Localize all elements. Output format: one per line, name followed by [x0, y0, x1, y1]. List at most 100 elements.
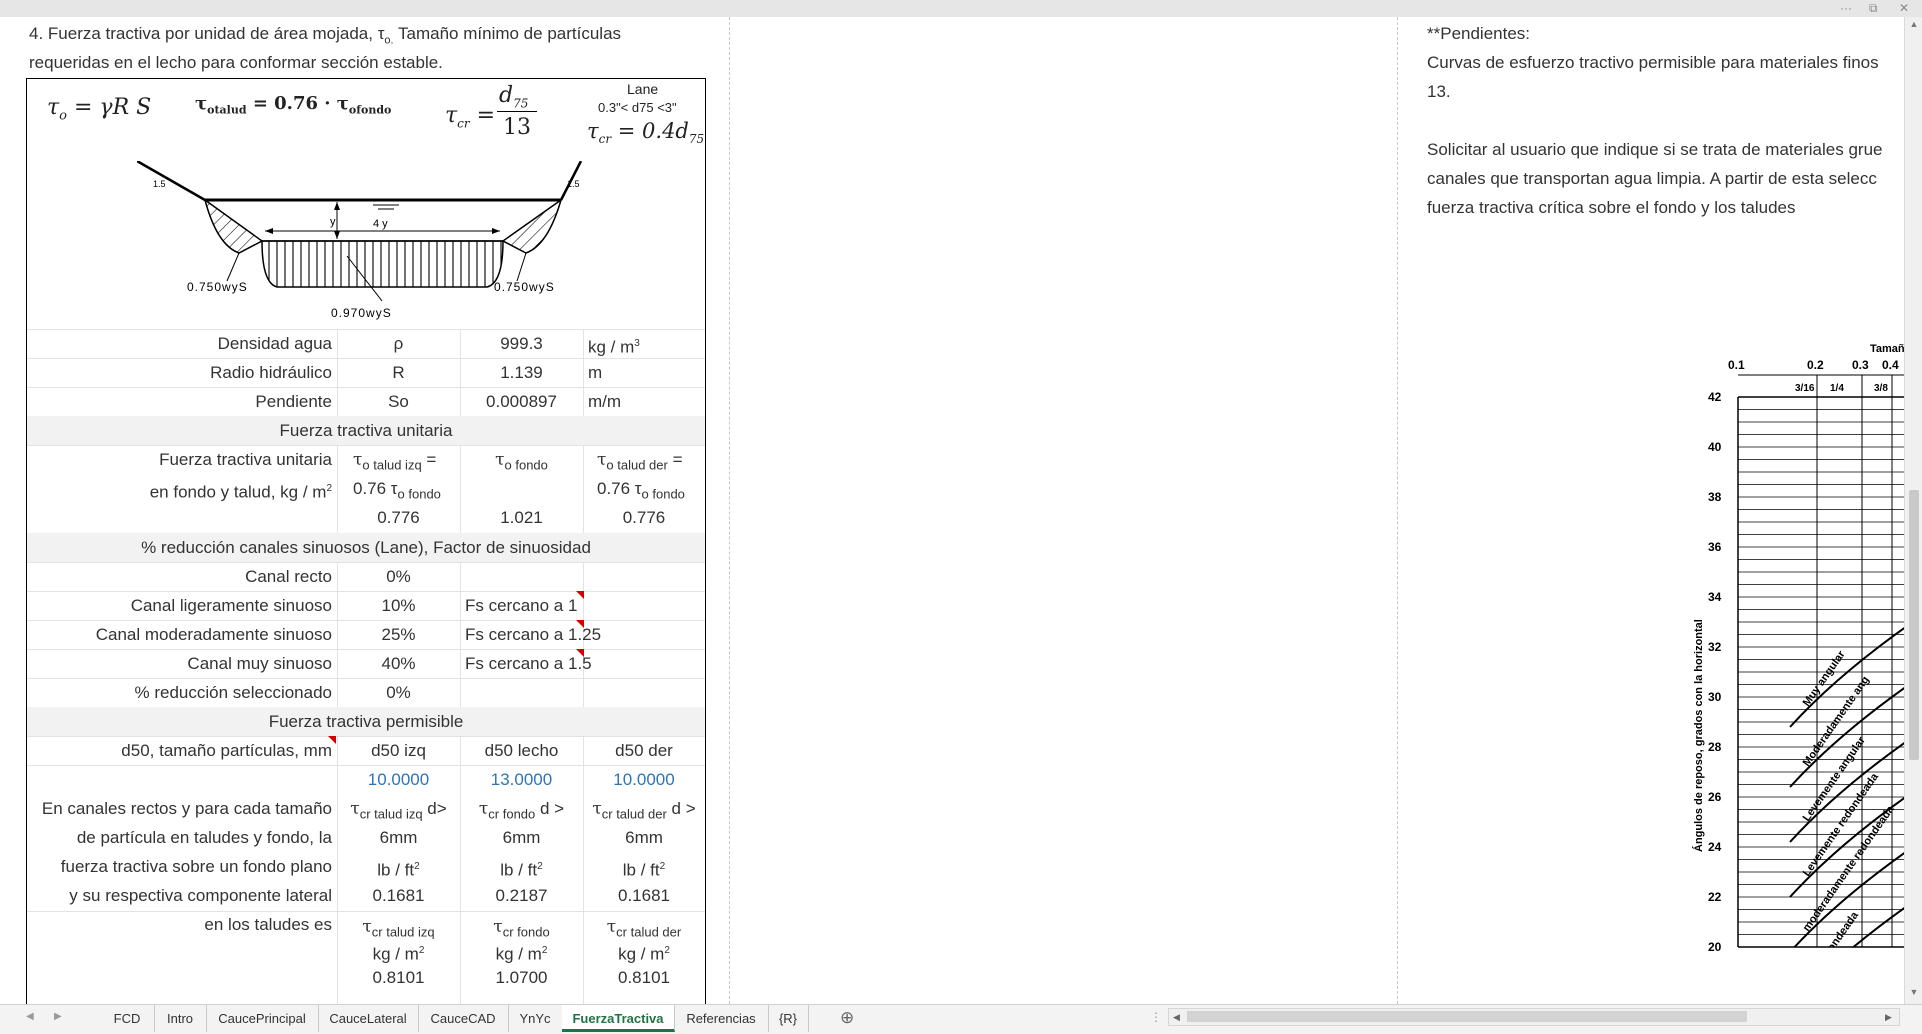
- prop-label-densidad: Densidad agua: [217, 334, 332, 353]
- unitaria-c1-line2: 0.76 τo fondo: [353, 479, 441, 502]
- add-sheet-icon[interactable]: ⊕: [840, 1008, 854, 1028]
- unitaria-c3-line2: 0.76 τo fondo: [597, 479, 685, 502]
- tcr-head-talud-izq: τcr talud izq d>: [350, 799, 447, 822]
- graph-fraction-tick: 3/16: [1795, 383, 1815, 394]
- reduccion-pct[interactable]: 40%: [337, 649, 460, 678]
- graph-y-tick: 40: [1708, 440, 1722, 454]
- graph-y-tick: 24: [1708, 840, 1722, 854]
- unitaria-value-fondo[interactable]: 1.021: [460, 503, 583, 532]
- tcr-val1-talud-izq[interactable]: 0.1681: [337, 881, 460, 910]
- permisible-desc-line: fuerza tractiva sobre un fondo plano: [60, 857, 332, 876]
- tab-caucecad[interactable]: CauceCAD: [418, 1005, 509, 1032]
- tcr-val2-fondo[interactable]: 1.0700: [460, 963, 583, 992]
- d50-value-der[interactable]: 10.0000: [583, 765, 705, 794]
- notes-line: Curvas de esfuerzo tractivo permisible p…: [1427, 53, 1879, 72]
- depth-label: y: [330, 216, 336, 228]
- tab-r[interactable]: {R}: [768, 1005, 809, 1032]
- restore-icon[interactable]: ⧉: [1869, 1, 1878, 15]
- tab-fuerzatractiva[interactable]: FuerzaTractiva: [562, 1005, 675, 1032]
- vertical-scrollbar[interactable]: ▲ ▼: [1904, 17, 1922, 1004]
- tab-ynyc[interactable]: YnYc: [508, 1005, 563, 1032]
- reduccion-note: Fs cercano a 1: [465, 596, 578, 615]
- unitaria-c3-line1: τo talud der =: [597, 450, 683, 473]
- graph-y-tick: 36: [1708, 540, 1722, 554]
- split-handle-icon[interactable]: ⋮: [1150, 1010, 1162, 1024]
- reduccion-label: Canal ligeramente sinuoso: [130, 596, 332, 615]
- scroll-down-icon[interactable]: ▼: [1905, 987, 1922, 997]
- label-fondo: 0.970wyS: [331, 306, 392, 320]
- d50-label: d50, tamaño partículas, mm: [121, 741, 332, 760]
- tcr-unit2-talud-izq: kg / m2: [372, 944, 425, 964]
- tab-cauceprincipal[interactable]: CaucePrincipal: [206, 1005, 319, 1032]
- prop-label-radio: Radio hidráulico: [210, 363, 332, 382]
- scroll-up-icon[interactable]: ▲: [1905, 19, 1922, 29]
- tab-referencias[interactable]: Referencias: [674, 1005, 769, 1032]
- comment-indicator-icon[interactable]: [576, 591, 584, 599]
- tcr-val1-fondo[interactable]: 0.2187: [460, 881, 583, 910]
- tcr-size-talud-der: 6mm: [625, 828, 663, 847]
- tab-fcd[interactable]: FCD: [100, 1005, 155, 1032]
- tab-next-icon[interactable]: ▶: [54, 1011, 62, 1022]
- prop-symbol-radio: R: [392, 363, 405, 382]
- tcr-val2-talud-der[interactable]: 0.8101: [583, 963, 705, 992]
- graph-y-tick: 22: [1708, 890, 1722, 904]
- tcr-size-fondo: 6mm: [502, 828, 541, 847]
- worksheet-grid[interactable]: 4. Fuerza tractiva por unidad de área mo…: [0, 17, 1904, 1004]
- notes-line: fuerza tractiva crítica sobre el fondo y…: [1427, 198, 1796, 217]
- vertical-scroll-thumb[interactable]: [1909, 490, 1919, 760]
- d50-value-lecho[interactable]: 13.0000: [460, 765, 583, 794]
- reduccion-label: Canal muy sinuoso: [187, 654, 332, 673]
- notes-line: Solicitar al usuario que indique si se t…: [1427, 140, 1883, 159]
- notes-line: canales que transportan agua limpia. A p…: [1427, 169, 1877, 188]
- tcr-unit2-fondo: kg / m2: [495, 944, 548, 964]
- angle-of-repose-graph: Tamaño d 42 40 38 36 34 32 30 28 26 24 22 20 0.1 0.2…: [1692, 343, 1904, 954]
- lane-title: Lane: [627, 81, 659, 97]
- close-icon[interactable]: ✕: [1899, 1, 1909, 15]
- width-label: 4 y: [373, 218, 388, 230]
- formula-tau-talud: τotalud = 0.76 · τofondo: [195, 93, 392, 117]
- label-talud-izq: 0.750wyS: [187, 280, 248, 294]
- prop-value-pendiente[interactable]: 0.000897: [460, 387, 583, 416]
- comment-indicator-icon[interactable]: [576, 620, 584, 628]
- tcr-unit1-talud-der: lb / ft2: [622, 860, 666, 880]
- d50-value-izq[interactable]: 10.0000: [337, 765, 460, 794]
- graph-y-tick: 26: [1708, 790, 1722, 804]
- graph-y-tick: 30: [1708, 690, 1722, 704]
- reduccion-pct[interactable]: 0%: [337, 678, 460, 707]
- permisible-desc-line: y su respectiva componente lateral: [69, 886, 332, 905]
- horizontal-scroll-thumb[interactable]: [1187, 1011, 1747, 1022]
- graph-top-tick: 0.3: [1852, 358, 1869, 372]
- tab-prev-icon[interactable]: ◀: [26, 1011, 34, 1022]
- slope-right-label: 1.5: [567, 179, 580, 189]
- section-header-permisible: Fuerza tractiva permisible: [268, 712, 464, 731]
- comment-indicator-icon[interactable]: [328, 736, 336, 744]
- unitaria-c1-line1: τo talud izq =: [353, 450, 437, 473]
- tab-intro[interactable]: Intro: [154, 1005, 207, 1032]
- tcr-val1-talud-der[interactable]: 0.1681: [583, 881, 705, 910]
- unitaria-value-talud-der[interactable]: 0.776: [583, 503, 705, 532]
- reduccion-pct[interactable]: 10%: [337, 591, 460, 620]
- channel-cross-section-diagram: y 4 y 1.5 1.5 0.750wyS 0.750wyS 0.970wyS: [137, 161, 583, 320]
- horizontal-scrollbar[interactable]: ◀ ▶: [1168, 1008, 1900, 1026]
- reduccion-pct[interactable]: 25%: [337, 620, 460, 649]
- prop-unit-pendiente: m/m: [588, 392, 622, 411]
- d50-head-lecho: d50 lecho: [484, 741, 559, 760]
- permisible-desc-line: de partícula en taludes y fondo, la: [76, 828, 332, 847]
- tab-caucelateral[interactable]: CauceLateral: [318, 1005, 419, 1032]
- section-header-reduccion: % reducción canales sinuosos (Lane), Fac…: [141, 538, 591, 557]
- prop-value-radio[interactable]: 1.139: [460, 358, 583, 387]
- comment-indicator-icon[interactable]: [576, 649, 584, 657]
- unitaria-value-talud-izq[interactable]: 0.776: [337, 503, 460, 532]
- permisible-desc-line: En canales rectos y para cada tamaño: [41, 799, 332, 818]
- more-options-icon[interactable]: ···: [1840, 1, 1852, 15]
- scroll-left-icon[interactable]: ◀: [1173, 1009, 1180, 1025]
- reduccion-pct[interactable]: 0%: [337, 562, 460, 591]
- scroll-right-icon[interactable]: ▶: [1885, 1009, 1892, 1025]
- prop-value-densidad[interactable]: 999.3: [460, 329, 583, 358]
- tcr-size-talud-izq: 6mm: [379, 828, 418, 847]
- intro-line-2: requeridas en el lecho para conformar se…: [29, 53, 443, 72]
- tcr-val2-talud-izq[interactable]: 0.8101: [337, 963, 460, 992]
- graph-y-tick: 38: [1708, 490, 1722, 504]
- permisible-desc-line: en los taludes es: [204, 915, 332, 934]
- graph-fraction-tick: 3/8: [1874, 383, 1888, 394]
